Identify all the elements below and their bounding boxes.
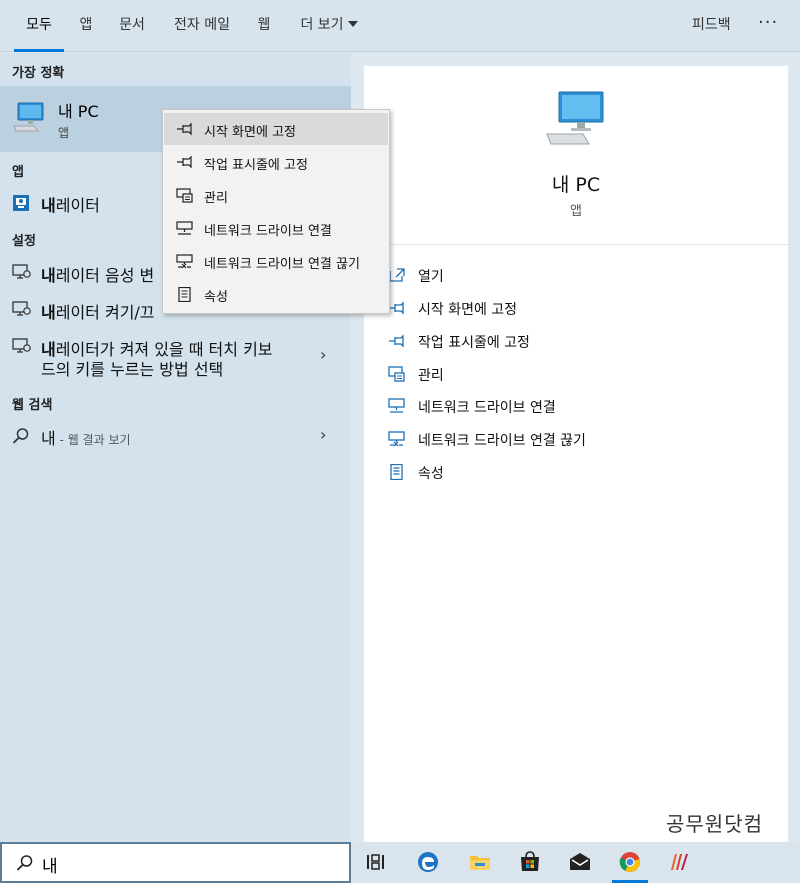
network-drive-disconnect-icon	[388, 431, 406, 451]
app-item-label: 레이터	[55, 196, 100, 215]
settings-monitor-icon	[12, 300, 32, 322]
context-menu-label: 네트워크 드라이브 연결 끊기	[204, 257, 360, 272]
settings-item-label: 레이터 켜기/끄	[55, 303, 155, 322]
search-icon	[16, 854, 34, 876]
context-menu-label: 관리	[204, 191, 228, 206]
open-icon	[388, 267, 406, 287]
best-match-type: 앱	[58, 126, 70, 140]
action-label: 네트워크 드라이브 연결	[418, 400, 556, 416]
feedback-link[interactable]: 피드백	[692, 0, 731, 52]
app-icon[interactable]	[658, 842, 702, 883]
search-icon	[12, 427, 30, 449]
task-view-icon[interactable]	[354, 842, 398, 883]
search-input[interactable]: 내	[0, 842, 351, 883]
action-label: 관리	[418, 368, 444, 384]
chrome-icon[interactable]	[608, 842, 652, 883]
store-icon[interactable]	[508, 842, 552, 883]
context-menu-label: 속성	[204, 290, 228, 305]
preview-panel: 내 PC 앱 열기 시작 화면에 고정 작업 표시줄에 고정 관리 네트워크 드…	[364, 66, 788, 842]
settings-monitor-icon	[12, 263, 32, 285]
tab-more[interactable]: 더 보기	[292, 0, 366, 52]
pin-icon	[388, 300, 406, 320]
preview-subtitle: 앱	[570, 204, 582, 219]
web-query: 내	[41, 429, 56, 448]
tab-all[interactable]: 모두	[14, 0, 64, 52]
context-menu-label: 작업 표시줄에 고정	[204, 158, 308, 173]
action-label: 시작 화면에 고정	[418, 302, 518, 318]
properties-icon	[388, 463, 406, 484]
tab-apps[interactable]: 앱	[72, 0, 100, 52]
watermark: 공무원닷컴	[666, 812, 763, 836]
network-drive-icon	[388, 398, 406, 418]
properties-icon	[176, 286, 194, 306]
context-menu-disconnect-network-drive[interactable]: 네트워크 드라이브 연결 끊기	[164, 245, 388, 277]
settings-monitor-icon	[12, 337, 32, 359]
context-menu-label: 시작 화면에 고정	[204, 125, 296, 140]
network-drive-icon	[176, 221, 194, 240]
filter-tab-bar: 모두 앱 문서 전자 메일 웹 더 보기 피드백 ···	[0, 0, 800, 52]
network-drive-disconnect-icon	[176, 254, 194, 273]
manage-icon	[176, 188, 194, 207]
best-match-name: 내 PC	[58, 102, 99, 121]
divider	[364, 244, 788, 245]
context-menu-label: 네트워크 드라이브 연결	[204, 224, 332, 239]
preview-title: 내 PC	[551, 174, 601, 196]
tab-email[interactable]: 전자 메일	[166, 0, 238, 52]
settings-item-touch-keyboard[interactable]: 내레이터가 켜져 있을 때 터치 키보 드의 키를 누르는 방법 선택 ›	[0, 333, 351, 379]
action-label: 열기	[418, 269, 444, 285]
file-explorer-icon[interactable]	[458, 842, 502, 883]
context-menu-pin-start[interactable]: 시작 화면에 고정	[164, 113, 388, 145]
action-label: 작업 표시줄에 고정	[418, 335, 530, 351]
match-highlight: 내	[41, 196, 56, 215]
pin-icon	[388, 333, 406, 353]
best-match-heading: 가장 정확	[12, 66, 65, 81]
tab-web[interactable]: 웹	[250, 0, 278, 52]
edge-icon[interactable]	[406, 842, 450, 883]
web-result-hint: - 웹 결과 보기	[55, 433, 131, 447]
computer-icon	[545, 90, 607, 152]
settings-item-label-line2: 드의 키를 누르는 방법 선택	[41, 360, 224, 379]
context-menu-properties[interactable]: 속성	[164, 278, 388, 310]
manage-icon	[388, 366, 406, 386]
action-label: 속성	[418, 466, 444, 482]
match-highlight: 내	[41, 266, 56, 285]
mail-icon[interactable]	[558, 842, 602, 883]
search-input-value: 내	[42, 857, 58, 877]
settings-heading: 설정	[12, 234, 36, 249]
computer-icon	[12, 100, 46, 138]
web-search-item[interactable]: 내 - 웹 결과 보기 ›	[0, 423, 351, 449]
action-label: 네트워크 드라이브 연결 끊기	[418, 433, 586, 449]
apps-heading: 앱	[12, 165, 24, 180]
chevron-down-icon	[347, 21, 358, 27]
web-search-heading: 웹 검색	[12, 398, 53, 413]
narrator-icon	[12, 194, 30, 216]
pin-icon	[176, 155, 194, 173]
pin-icon	[176, 122, 194, 140]
chevron-right-icon: ›	[320, 345, 327, 364]
context-menu-pin-taskbar[interactable]: 작업 표시줄에 고정	[164, 146, 388, 178]
context-menu-manage[interactable]: 관리	[164, 179, 388, 211]
match-highlight: 내	[41, 303, 56, 322]
context-menu: 시작 화면에 고정 작업 표시줄에 고정 관리 네트워크 드라이브 연결 네트워…	[162, 109, 390, 314]
settings-item-label: 레이터 음성 변	[55, 266, 155, 285]
context-menu-map-network-drive[interactable]: 네트워크 드라이브 연결	[164, 212, 388, 244]
more-options-button[interactable]: ···	[758, 0, 778, 52]
tab-documents[interactable]: 문서	[112, 0, 152, 52]
tab-more-label: 더 보기	[300, 17, 344, 33]
chevron-right-icon: ›	[320, 425, 327, 444]
